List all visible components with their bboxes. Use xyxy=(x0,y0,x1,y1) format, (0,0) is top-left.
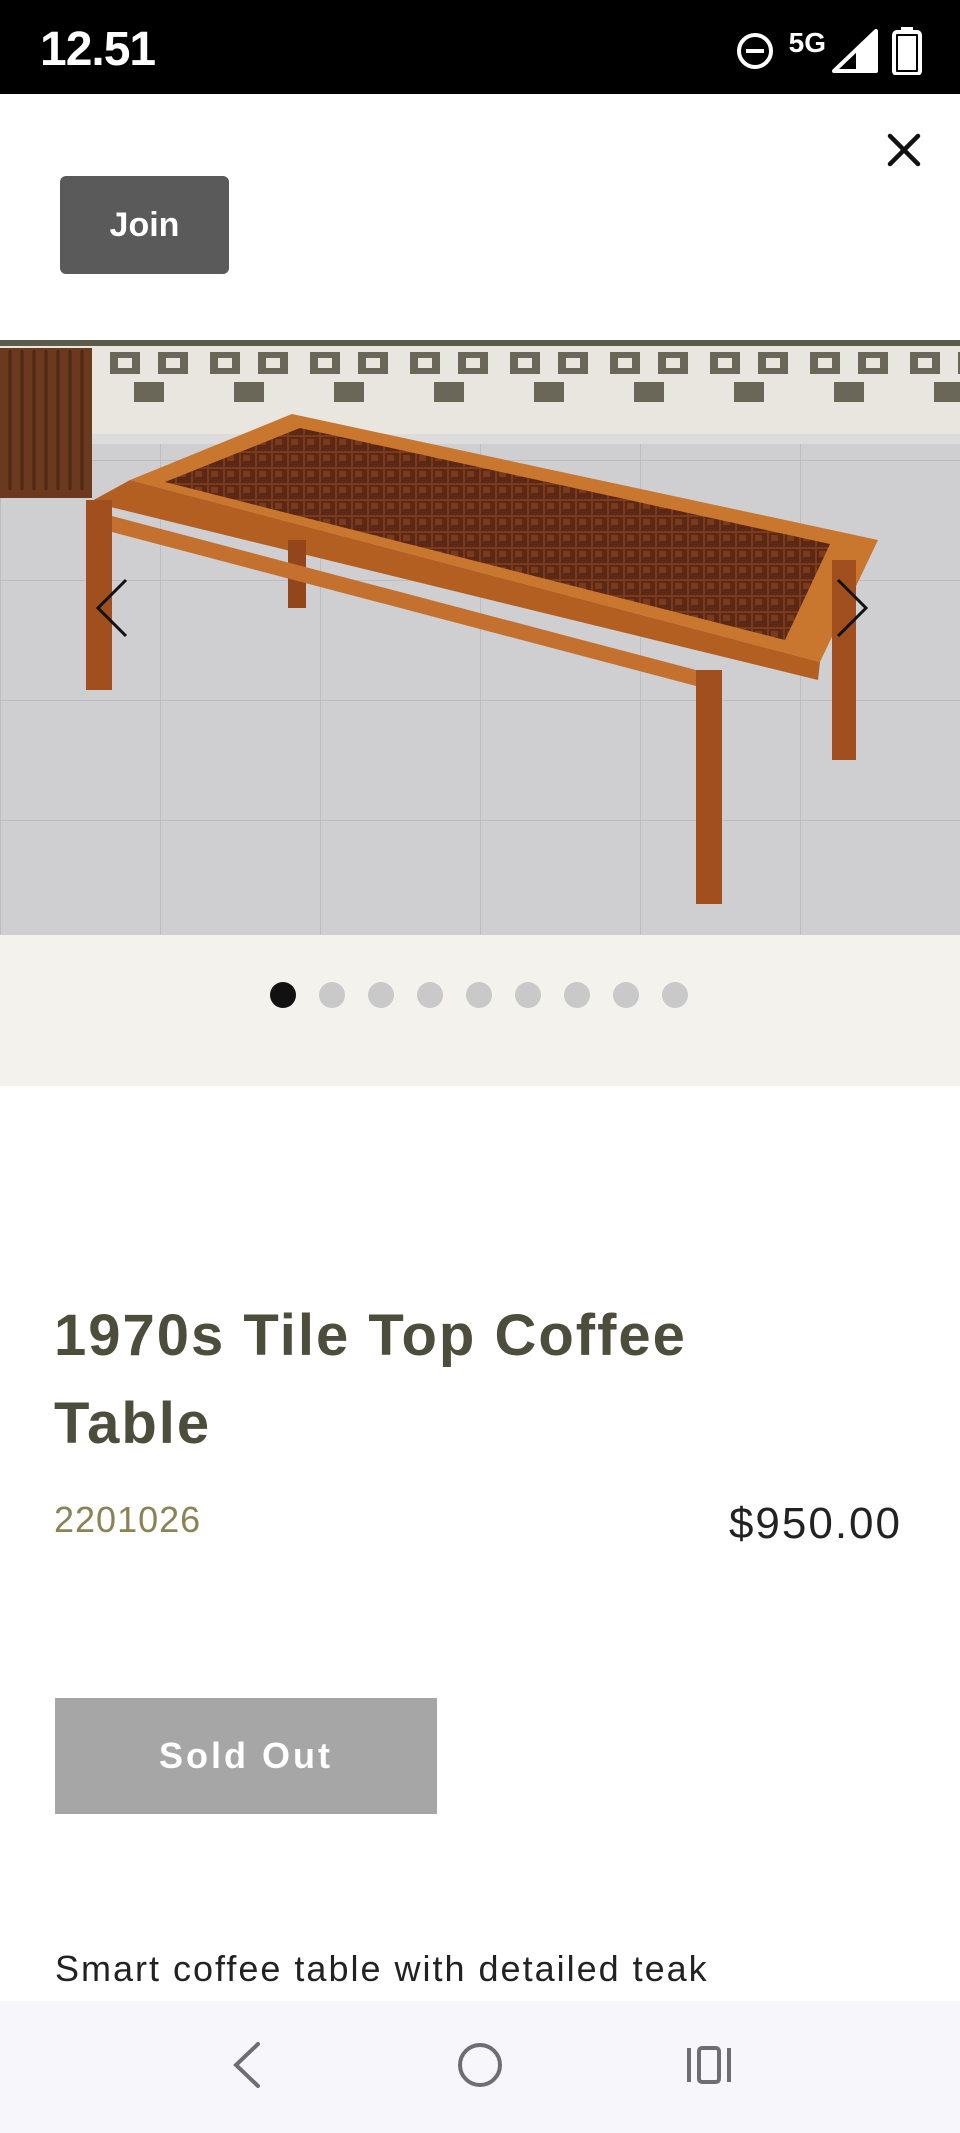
gallery-next-button[interactable] xyxy=(822,568,882,652)
pagination-dot-1[interactable] xyxy=(270,982,296,1008)
gallery-pagination xyxy=(0,935,960,1086)
pagination-dots xyxy=(270,982,688,1008)
network-label: 5G xyxy=(788,27,826,58)
back-button[interactable] xyxy=(212,2037,282,2097)
home-button[interactable] xyxy=(445,2037,515,2097)
gallery-prev-button[interactable] xyxy=(82,568,142,652)
back-icon xyxy=(230,2040,264,2095)
product-sku: 2201026 xyxy=(54,1499,202,1540)
pagination-dot-9[interactable] xyxy=(662,982,688,1008)
battery-icon xyxy=(892,27,922,75)
signal-icon xyxy=(832,29,878,73)
product-image[interactable] xyxy=(0,340,960,935)
product-price: $950.00 xyxy=(728,1499,902,1548)
pagination-dot-5[interactable] xyxy=(466,982,492,1008)
join-button[interactable]: Join xyxy=(60,176,229,274)
close-icon xyxy=(887,133,921,172)
home-icon xyxy=(456,2041,504,2094)
product-description: Smart coffee table with detailed teak xyxy=(55,1948,709,1989)
chevron-right-icon xyxy=(832,576,872,645)
status-time: 12.51 xyxy=(40,23,156,76)
sold-out-button[interactable]: Sold Out xyxy=(55,1698,437,1814)
pagination-dot-7[interactable] xyxy=(564,982,590,1008)
close-button[interactable] xyxy=(876,124,932,180)
pagination-dot-2[interactable] xyxy=(319,982,345,1008)
pagination-dot-6[interactable] xyxy=(515,982,541,1008)
do-not-disturb-icon xyxy=(735,31,775,71)
chevron-left-icon xyxy=(92,576,132,645)
system-nav-bar xyxy=(0,2001,960,2133)
pagination-dot-3[interactable] xyxy=(368,982,394,1008)
pagination-dot-4[interactable] xyxy=(417,982,443,1008)
recents-button[interactable] xyxy=(674,2037,744,2097)
status-bar: 12.51 5G xyxy=(0,0,960,94)
product-title: 1970s Tile Top Coffee Table xyxy=(54,1303,687,1456)
recents-icon xyxy=(685,2044,733,2091)
status-icons: 5G xyxy=(735,26,922,76)
pagination-dot-8[interactable] xyxy=(613,982,639,1008)
